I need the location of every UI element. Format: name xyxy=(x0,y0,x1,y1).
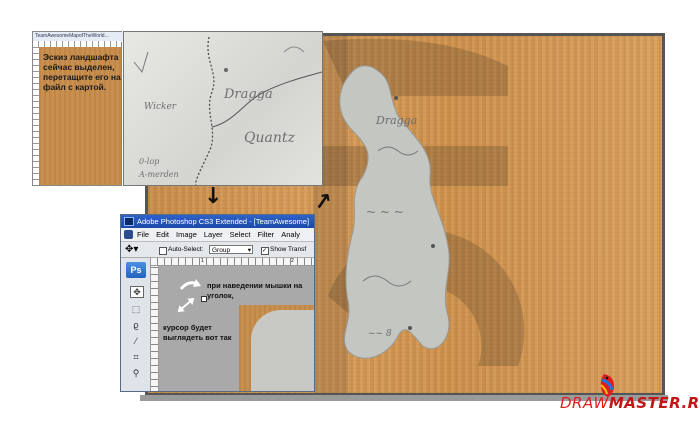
parrot-logo-icon xyxy=(600,374,614,397)
sketch-label: Quantz xyxy=(244,130,295,146)
chevron-down-icon: ▾ xyxy=(247,247,251,254)
move-tool-icon[interactable]: ✥▾ xyxy=(125,242,138,258)
menu-file[interactable]: File xyxy=(137,228,149,241)
hover-note: при наведении мышки на уголок, xyxy=(207,281,303,300)
menu-filter[interactable]: Filter xyxy=(258,228,275,241)
sketch-label: Wicker xyxy=(144,102,177,112)
menu-select[interactable]: Select xyxy=(230,228,251,241)
photoshop-window[interactable]: Adobe Photoshop CS3 Extended - [TeamAwes… xyxy=(120,214,315,392)
show-transform-label: Show Transf xyxy=(270,246,307,253)
menu-layer[interactable]: Layer xyxy=(204,228,223,241)
menu-image[interactable]: Image xyxy=(176,228,197,241)
svg-text:~ ~ ~: ~ ~ ~ xyxy=(366,205,404,219)
window-titlebar[interactable]: Adobe Photoshop CS3 Extended - [TeamAwes… xyxy=(121,215,314,228)
small-document-window[interactable]: TeamAwesomeMapofTheWorld... Эскиз ландша… xyxy=(32,31,125,186)
magic-wand-icon[interactable]: ⁄ xyxy=(130,336,142,346)
group-dropdown-value: Group xyxy=(212,247,231,254)
cursor-note: курсор будет выглядеть вот так xyxy=(163,323,232,342)
show-transform-checkbox[interactable]: ✓ xyxy=(261,247,269,255)
menu-analysis[interactable]: Analy xyxy=(281,228,300,241)
menu-bar: File Edit Image Layer Select Filter Anal… xyxy=(121,228,314,242)
crop-tool-icon[interactable]: ⌗ xyxy=(130,352,142,362)
sketch-label: 0-lop xyxy=(139,157,160,166)
auto-select-label: Auto-Select: xyxy=(168,246,204,253)
marquee-tool-icon[interactable]: ⬚ xyxy=(130,304,142,314)
sketch-label: Dragga xyxy=(224,87,273,102)
ps-badge: Ps xyxy=(126,262,146,278)
instruction-note: Эскиз ландшафта сейчас выделен, перетащи… xyxy=(43,52,121,92)
photoshop-app-icon xyxy=(124,217,134,226)
logo-part-master: MASTER.RU xyxy=(608,394,700,412)
options-bar: ✥▾ Auto-Select: Group ▾ ✓ Show Transf xyxy=(121,242,314,258)
ruler-mark: 2 xyxy=(291,258,294,264)
svg-text:~~ 8: ~~ 8 xyxy=(368,329,392,339)
arrow-down-icon: ↓ xyxy=(204,184,223,209)
drawmaster-logo: DRAWMASTER.RU xyxy=(560,394,700,412)
sketch-label: A-merden xyxy=(139,170,179,179)
ruler-mark: 1 xyxy=(201,258,204,264)
sketch-preview xyxy=(251,310,314,391)
move-tool-icon[interactable]: ✥ xyxy=(130,286,144,298)
eyedropper-icon[interactable]: ⚲ xyxy=(130,368,142,378)
rotate-cursor-icon xyxy=(177,279,201,313)
ps-menu-logo-icon xyxy=(124,230,133,239)
lasso-tool-icon[interactable]: ϱ xyxy=(130,320,142,330)
horizontal-ruler: 1 2 xyxy=(151,258,314,266)
toolbox: Ps ✥ ⬚ ϱ ⁄ ⌗ ⚲ xyxy=(121,258,151,391)
group-dropdown[interactable]: Group ▾ xyxy=(209,245,253,254)
auto-select-checkbox[interactable] xyxy=(159,247,167,255)
svg-text:Dragga: Dragga xyxy=(375,114,417,127)
sketch-photo: Dragga Quantz Wicker 0-lop A-merden xyxy=(123,31,323,186)
vertical-ruler xyxy=(151,266,159,391)
menu-edit[interactable]: Edit xyxy=(156,228,169,241)
